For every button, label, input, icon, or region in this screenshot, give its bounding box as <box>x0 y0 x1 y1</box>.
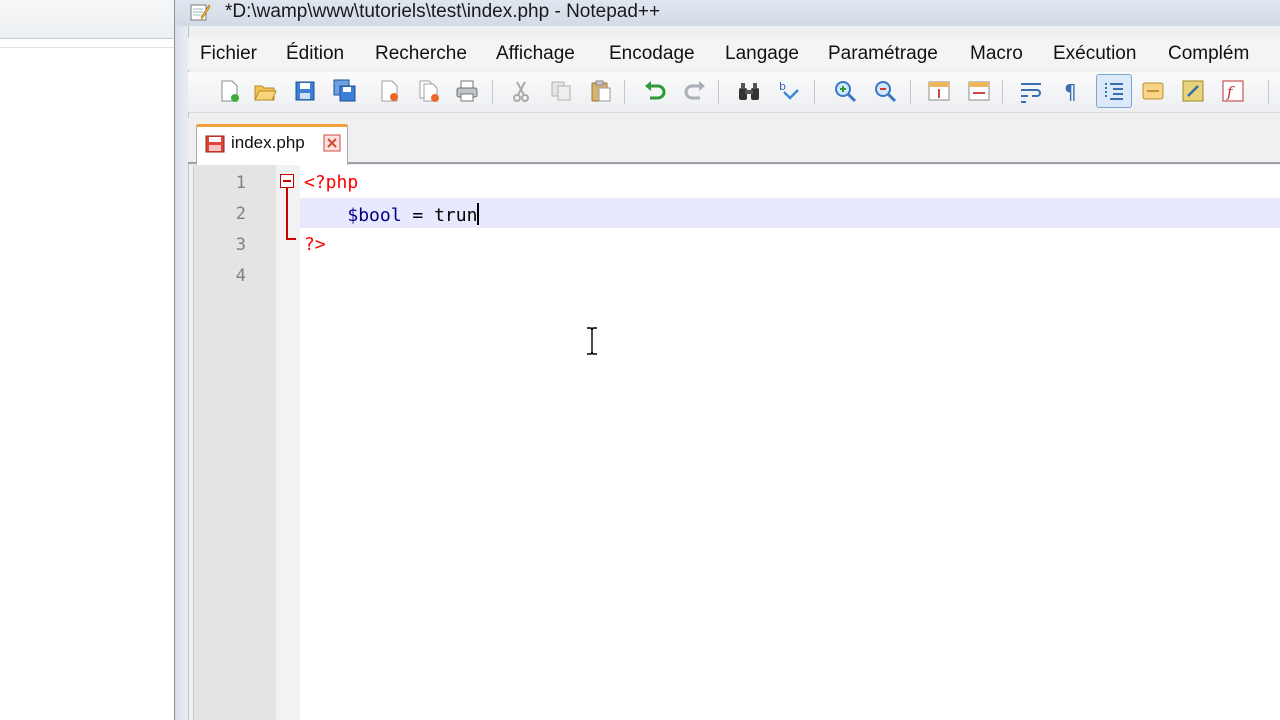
redo-icon[interactable] <box>680 76 710 106</box>
menu-macro[interactable]: Macro <box>970 43 1023 65</box>
text-caret <box>477 203 480 225</box>
toolbar-separator <box>814 80 815 104</box>
toolbar-separator <box>1002 80 1003 104</box>
ibeam-cursor-icon <box>584 326 600 356</box>
toolbar-separator <box>624 80 625 104</box>
php-operator: = <box>401 205 435 226</box>
close-all-icon[interactable] <box>414 76 444 106</box>
line-number-gutter: 1 2 3 4 <box>194 165 276 720</box>
unsaved-file-icon <box>205 135 225 153</box>
notepadpp-window: *D:\wamp\www\tutoriels\test\index.php - … <box>174 0 1280 720</box>
sync-vertical-icon[interactable] <box>924 76 954 106</box>
menu-encodage[interactable]: Encodage <box>609 43 695 65</box>
zoom-out-icon[interactable] <box>870 76 900 106</box>
paste-icon[interactable] <box>586 76 616 106</box>
php-close-tag: ?> <box>304 234 326 255</box>
line-number: 3 <box>235 235 246 255</box>
indent-guide-icon[interactable] <box>1096 74 1132 108</box>
save-icon[interactable] <box>290 76 320 106</box>
user-lang-icon[interactable] <box>1138 76 1168 106</box>
fold-guide-end <box>286 238 296 240</box>
code-line-2: $bool = trun <box>304 203 480 226</box>
menu-fichier[interactable]: Fichier <box>200 43 257 65</box>
php-variable: $bool <box>347 205 402 226</box>
line-number: 4 <box>235 266 246 286</box>
menu-langage[interactable]: Langage <box>725 43 799 65</box>
background-window-header <box>0 0 176 38</box>
new-file-icon[interactable] <box>214 76 244 106</box>
menu-execution[interactable]: Exécution <box>1053 43 1136 65</box>
menu-recherche[interactable]: Recherche <box>375 43 467 65</box>
background-window-divider <box>0 38 176 39</box>
window-title: *D:\wamp\www\tutoriels\test\index.php - … <box>225 1 661 22</box>
toolbar-separator <box>718 80 719 104</box>
word-wrap-icon[interactable] <box>1016 76 1046 106</box>
window-frame <box>175 0 189 720</box>
print-icon[interactable] <box>452 76 482 106</box>
svg-text:¶: ¶ <box>1064 80 1077 104</box>
php-open-tag: <?php <box>304 172 359 193</box>
cut-icon[interactable] <box>506 76 536 106</box>
find-icon[interactable] <box>734 76 764 106</box>
toolbar-separator <box>1268 80 1269 104</box>
tab-close-icon[interactable] <box>323 134 341 152</box>
zoom-in-icon[interactable] <box>830 76 860 106</box>
line-number: 1 <box>235 173 246 193</box>
toolbar: b ¶ f <box>188 72 1280 113</box>
menu-parametrage[interactable]: Paramétrage <box>828 43 938 65</box>
function-list-icon[interactable] <box>1178 76 1208 106</box>
tab-label: index.php <box>231 133 305 152</box>
open-file-icon[interactable] <box>250 76 280 106</box>
macro-record-icon[interactable]: f <box>1218 76 1248 106</box>
code-line-1: <?php <box>304 172 358 193</box>
code-line-3: ?> <box>304 234 326 255</box>
notepad-app-icon <box>189 2 211 22</box>
save-all-icon[interactable] <box>330 76 360 106</box>
replace-icon[interactable]: b <box>774 76 804 106</box>
background-window-divider <box>0 47 176 48</box>
title-bar[interactable]: *D:\wamp\www\tutoriels\test\index.php - … <box>175 0 1280 26</box>
menu-edition[interactable]: Édition <box>286 43 344 65</box>
sync-horizontal-icon[interactable] <box>964 76 994 106</box>
toolbar-separator <box>492 80 493 104</box>
menu-affichage[interactable]: Affichage <box>496 43 575 65</box>
undo-icon[interactable] <box>640 76 670 106</box>
line-number: 2 <box>235 204 246 224</box>
fold-collapse-icon[interactable] <box>280 174 294 188</box>
code-editor[interactable]: 1 2 3 4 <?php $bool = trun ?> <box>193 165 1280 720</box>
menu-bar: Fichier Édition Recherche Affichage Enco… <box>188 38 1280 70</box>
copy-icon[interactable] <box>546 76 576 106</box>
fold-guide <box>286 188 288 240</box>
menu-complements[interactable]: Complém <box>1168 43 1249 65</box>
php-identifier: trun <box>434 205 478 226</box>
tab-index-php[interactable]: index.php <box>196 124 348 165</box>
tab-bar: index.php <box>188 118 1280 165</box>
fold-margin <box>276 165 300 720</box>
close-icon[interactable] <box>374 76 404 106</box>
background-window <box>0 0 176 720</box>
show-all-chars-icon[interactable]: ¶ <box>1056 76 1086 106</box>
toolbar-separator <box>910 80 911 104</box>
svg-text:b: b <box>779 80 786 93</box>
